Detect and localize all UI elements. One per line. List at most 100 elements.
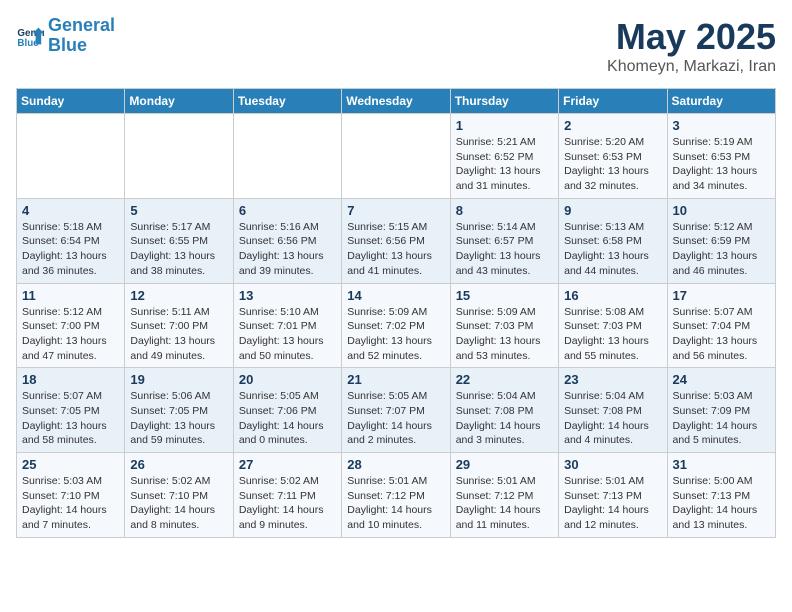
- day-number: 6: [239, 203, 336, 218]
- day-info: Sunrise: 5:13 AMSunset: 6:58 PMDaylight:…: [564, 220, 661, 279]
- day-info: Sunrise: 5:03 AMSunset: 7:10 PMDaylight:…: [22, 474, 119, 533]
- week-row-5: 25Sunrise: 5:03 AMSunset: 7:10 PMDayligh…: [17, 453, 776, 538]
- day-number: 12: [130, 288, 227, 303]
- calendar-cell: 23 Sunrise: 5:04 AMSunset: 7:08 PMDayligh…: [559, 368, 667, 453]
- day-number: 2: [564, 118, 661, 133]
- weekday-header-row: SundayMondayTuesdayWednesdayThursdayFrid…: [17, 89, 776, 114]
- day-info: Sunrise: 5:10 AMSunset: 7:01 PMDaylight:…: [239, 305, 336, 364]
- day-number: 9: [564, 203, 661, 218]
- calendar-cell: 11 Sunrise: 5:12 AMSunset: 7:00 PMDayligh…: [17, 283, 125, 368]
- calendar-cell: 18 Sunrise: 5:07 AMSunset: 7:05 PMDayligh…: [17, 368, 125, 453]
- page-header: General Blue General Blue May 2025 Khome…: [16, 16, 776, 76]
- calendar-cell: 25Sunrise: 5:03 AMSunset: 7:10 PMDayligh…: [17, 453, 125, 538]
- day-info: Sunrise: 5:01 AMSunset: 7:12 PMDaylight:…: [456, 474, 553, 533]
- calendar-cell: 14 Sunrise: 5:09 AMSunset: 7:02 PMDayligh…: [342, 283, 450, 368]
- calendar-cell: 4 Sunrise: 5:18 AMSunset: 6:54 PMDaylight…: [17, 198, 125, 283]
- day-info: Sunrise: 5:07 AMSunset: 7:05 PMDaylight:…: [22, 389, 119, 448]
- calendar-cell: 29 Sunrise: 5:01 AMSunset: 7:12 PMDayligh…: [450, 453, 558, 538]
- weekday-header-saturday: Saturday: [667, 89, 775, 114]
- calendar-cell: 5Sunrise: 5:17 AMSunset: 6:55 PMDaylight…: [125, 198, 233, 283]
- day-info: Sunrise: 5:04 AMSunset: 7:08 PMDaylight:…: [456, 389, 553, 448]
- day-info: Sunrise: 5:04 AMSunset: 7:08 PMDaylight:…: [564, 389, 661, 448]
- weekday-header-tuesday: Tuesday: [233, 89, 341, 114]
- day-number: 14: [347, 288, 444, 303]
- calendar-cell: 31 Sunrise: 5:00 AMSunset: 7:13 PMDayligh…: [667, 453, 775, 538]
- month-title: May 2025: [607, 16, 776, 58]
- day-number: 24: [673, 372, 770, 387]
- weekday-header-friday: Friday: [559, 89, 667, 114]
- title-block: May 2025 Khomeyn, Markazi, Iran: [607, 16, 776, 76]
- calendar-cell: 21Sunrise: 5:05 AMSunset: 7:07 PMDayligh…: [342, 368, 450, 453]
- calendar-cell: 27Sunrise: 5:02 AMSunset: 7:11 PMDayligh…: [233, 453, 341, 538]
- day-number: 7: [347, 203, 444, 218]
- calendar-cell: [17, 114, 125, 199]
- calendar-cell: [125, 114, 233, 199]
- week-row-1: 1Sunrise: 5:21 AMSunset: 6:52 PMDaylight…: [17, 114, 776, 199]
- day-number: 29: [456, 457, 553, 472]
- calendar-cell: 8Sunrise: 5:14 AMSunset: 6:57 PMDaylight…: [450, 198, 558, 283]
- day-number: 17: [673, 288, 770, 303]
- calendar-cell: 17Sunrise: 5:07 AMSunset: 7:04 PMDayligh…: [667, 283, 775, 368]
- calendar-cell: 24 Sunrise: 5:03 AMSunset: 7:09 PMDayligh…: [667, 368, 775, 453]
- day-info: Sunrise: 5:06 AMSunset: 7:05 PMDaylight:…: [130, 389, 227, 448]
- day-info: Sunrise: 5:17 AMSunset: 6:55 PMDaylight:…: [130, 220, 227, 279]
- day-number: 11: [22, 288, 119, 303]
- day-number: 4: [22, 203, 119, 218]
- day-info: Sunrise: 5:16 AMSunset: 6:56 PMDaylight:…: [239, 220, 336, 279]
- calendar-cell: 3Sunrise: 5:19 AMSunset: 6:53 PMDaylight…: [667, 114, 775, 199]
- day-info: Sunrise: 5:02 AMSunset: 7:10 PMDaylight:…: [130, 474, 227, 533]
- calendar-table: SundayMondayTuesdayWednesdayThursdayFrid…: [16, 88, 776, 538]
- calendar-cell: 28 Sunrise: 5:01 AMSunset: 7:12 PMDayligh…: [342, 453, 450, 538]
- day-number: 26: [130, 457, 227, 472]
- day-info: Sunrise: 5:03 AMSunset: 7:09 PMDaylight:…: [673, 389, 770, 448]
- day-info: Sunrise: 5:01 AMSunset: 7:13 PMDaylight:…: [564, 474, 661, 533]
- logo-text: General Blue: [48, 16, 115, 56]
- calendar-cell: 20 Sunrise: 5:05 AMSunset: 7:06 PMDayligh…: [233, 368, 341, 453]
- day-info: Sunrise: 5:12 AMSunset: 6:59 PMDaylight:…: [673, 220, 770, 279]
- day-info: Sunrise: 5:11 AMSunset: 7:00 PMDaylight:…: [130, 305, 227, 364]
- logo: General Blue General Blue: [16, 16, 115, 56]
- calendar-cell: [233, 114, 341, 199]
- calendar-cell: 19 Sunrise: 5:06 AMSunset: 7:05 PMDayligh…: [125, 368, 233, 453]
- weekday-header-wednesday: Wednesday: [342, 89, 450, 114]
- day-number: 31: [673, 457, 770, 472]
- calendar-cell: 12 Sunrise: 5:11 AMSunset: 7:00 PMDayligh…: [125, 283, 233, 368]
- day-number: 18: [22, 372, 119, 387]
- day-number: 19: [130, 372, 227, 387]
- day-info: Sunrise: 5:19 AMSunset: 6:53 PMDaylight:…: [673, 135, 770, 194]
- day-number: 23: [564, 372, 661, 387]
- day-info: Sunrise: 5:08 AMSunset: 7:03 PMDaylight:…: [564, 305, 661, 364]
- day-number: 13: [239, 288, 336, 303]
- day-info: Sunrise: 5:18 AMSunset: 6:54 PMDaylight:…: [22, 220, 119, 279]
- day-info: Sunrise: 5:01 AMSunset: 7:12 PMDaylight:…: [347, 474, 444, 533]
- day-info: Sunrise: 5:09 AMSunset: 7:03 PMDaylight:…: [456, 305, 553, 364]
- week-row-4: 18 Sunrise: 5:07 AMSunset: 7:05 PMDayligh…: [17, 368, 776, 453]
- location-subtitle: Khomeyn, Markazi, Iran: [607, 58, 776, 76]
- day-info: Sunrise: 5:12 AMSunset: 7:00 PMDaylight:…: [22, 305, 119, 364]
- day-number: 27: [239, 457, 336, 472]
- day-info: Sunrise: 5:00 AMSunset: 7:13 PMDaylight:…: [673, 474, 770, 533]
- day-info: Sunrise: 5:09 AMSunset: 7:02 PMDaylight:…: [347, 305, 444, 364]
- calendar-cell: 10 Sunrise: 5:12 AMSunset: 6:59 PMDayligh…: [667, 198, 775, 283]
- calendar-cell: 1Sunrise: 5:21 AMSunset: 6:52 PMDaylight…: [450, 114, 558, 199]
- calendar-cell: 30 Sunrise: 5:01 AMSunset: 7:13 PMDayligh…: [559, 453, 667, 538]
- weekday-header-sunday: Sunday: [17, 89, 125, 114]
- day-info: Sunrise: 5:20 AMSunset: 6:53 PMDaylight:…: [564, 135, 661, 194]
- calendar-cell: 6 Sunrise: 5:16 AMSunset: 6:56 PMDaylight…: [233, 198, 341, 283]
- calendar-cell: [342, 114, 450, 199]
- day-info: Sunrise: 5:05 AMSunset: 7:07 PMDaylight:…: [347, 389, 444, 448]
- day-info: Sunrise: 5:15 AMSunset: 6:56 PMDaylight:…: [347, 220, 444, 279]
- week-row-3: 11 Sunrise: 5:12 AMSunset: 7:00 PMDayligh…: [17, 283, 776, 368]
- day-number: 10: [673, 203, 770, 218]
- day-number: 16: [564, 288, 661, 303]
- logo-general: General: [48, 15, 115, 35]
- logo-icon: General Blue: [16, 22, 44, 50]
- calendar-cell: 2 Sunrise: 5:20 AMSunset: 6:53 PMDaylight…: [559, 114, 667, 199]
- calendar-cell: 15Sunrise: 5:09 AMSunset: 7:03 PMDayligh…: [450, 283, 558, 368]
- day-number: 30: [564, 457, 661, 472]
- day-number: 20: [239, 372, 336, 387]
- day-number: 28: [347, 457, 444, 472]
- week-row-2: 4 Sunrise: 5:18 AMSunset: 6:54 PMDaylight…: [17, 198, 776, 283]
- weekday-header-thursday: Thursday: [450, 89, 558, 114]
- day-info: Sunrise: 5:05 AMSunset: 7:06 PMDaylight:…: [239, 389, 336, 448]
